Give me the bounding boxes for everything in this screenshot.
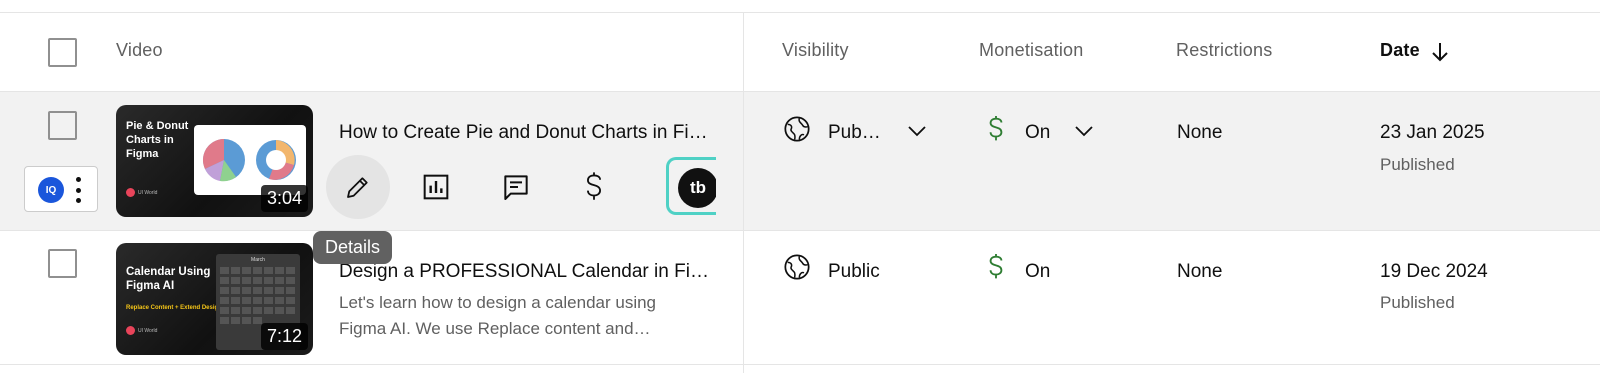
details-tooltip: Details bbox=[313, 231, 393, 264]
header-visibility[interactable]: Visibility bbox=[782, 40, 849, 61]
thumbnail-brand: UI World bbox=[126, 326, 157, 335]
chevron-down-icon[interactable] bbox=[906, 122, 928, 140]
monetisation-value: On bbox=[1025, 261, 1051, 282]
video-description: Let's learn how to design a calendar usi… bbox=[339, 290, 719, 342]
sort-down-arrow-icon[interactable] bbox=[1430, 40, 1450, 64]
header-restrictions[interactable]: Restrictions bbox=[1176, 40, 1272, 61]
globe-icon bbox=[784, 254, 810, 280]
visibility-value[interactable]: Pub… bbox=[828, 122, 881, 144]
dollar-icon bbox=[587, 172, 601, 200]
status-text: Published bbox=[1380, 293, 1455, 312]
column-separator bbox=[743, 13, 744, 373]
visibility-value: Public bbox=[828, 261, 880, 282]
monetisation-value[interactable]: On bbox=[1025, 122, 1050, 144]
video-duration: 7:12 bbox=[260, 323, 308, 350]
video-title[interactable]: Design a PROFESSIONAL Calendar in Figma bbox=[339, 261, 711, 283]
bar-chart-icon bbox=[423, 174, 449, 200]
select-all-checkbox[interactable] bbox=[48, 38, 77, 67]
date-value: 19 Dec 2024 bbox=[1380, 261, 1488, 282]
row-divider bbox=[0, 230, 1600, 231]
monetisation-dollar-icon bbox=[989, 254, 1003, 279]
extension-menu-button[interactable]: IQ bbox=[24, 166, 98, 212]
video-title[interactable]: How to Create Pie and Donut Charts in Fi… bbox=[339, 122, 711, 144]
monetisation-action-button[interactable] bbox=[562, 155, 626, 219]
chevron-down-icon[interactable] bbox=[1073, 122, 1095, 140]
date-value: 23 Jan 2025 bbox=[1380, 122, 1485, 143]
globe-icon bbox=[784, 116, 810, 142]
restrictions-value: None bbox=[1177, 122, 1223, 143]
thumbnail-brand: UI World bbox=[126, 188, 157, 197]
description-line: Let's learn how to design a calendar usi… bbox=[339, 293, 657, 312]
row-checkbox[interactable] bbox=[48, 249, 77, 278]
thumbnail-title: Calendar Using Figma AI bbox=[126, 266, 211, 292]
tubebuddy-logo-icon: tb bbox=[678, 168, 716, 208]
video-thumbnail[interactable]: Calendar Using Figma AI Replace Content … bbox=[116, 243, 313, 355]
header-date[interactable]: Date bbox=[1380, 40, 1420, 61]
pencil-icon bbox=[347, 177, 368, 198]
video-duration: 3:04 bbox=[260, 185, 308, 212]
analytics-button[interactable] bbox=[404, 155, 468, 219]
monetisation-dollar-icon bbox=[989, 116, 1003, 141]
restrictions-value: None bbox=[1177, 261, 1223, 282]
description-line: Figma AI. We use Replace content and… bbox=[339, 319, 651, 338]
header-video[interactable]: Video bbox=[116, 40, 163, 61]
more-vert-icon bbox=[75, 177, 81, 203]
tubebuddy-button[interactable]: tb bbox=[666, 157, 716, 215]
status-text: Published bbox=[1380, 155, 1455, 174]
thumbnail-subtitle: Replace Content + Extend Design bbox=[126, 305, 222, 311]
comments-button[interactable] bbox=[484, 155, 548, 219]
details-button[interactable] bbox=[326, 155, 390, 219]
header-monetisation[interactable]: Monetisation bbox=[979, 40, 1083, 61]
comment-icon bbox=[504, 175, 528, 200]
video-thumbnail[interactable]: Pie & Donut Charts in Figma UI World 3:0… bbox=[116, 105, 313, 217]
header-divider bbox=[0, 91, 1600, 92]
top-divider bbox=[0, 12, 1600, 13]
row-checkbox[interactable] bbox=[48, 111, 77, 140]
row-divider bbox=[0, 364, 1600, 365]
iq-logo-icon: IQ bbox=[38, 177, 64, 203]
